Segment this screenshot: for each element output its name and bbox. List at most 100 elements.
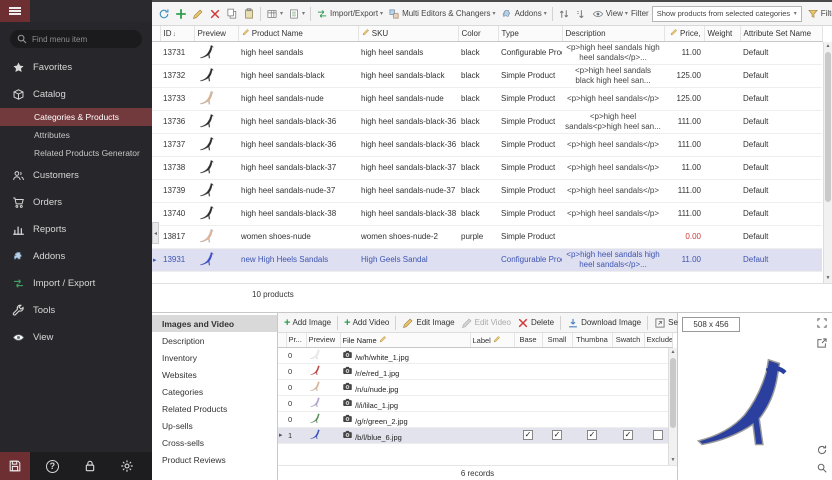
column-header-product-name[interactable]: Product Name — [238, 26, 358, 41]
add-product-button[interactable] — [173, 6, 189, 22]
sidebar-item-reports[interactable]: Reports — [0, 216, 152, 243]
column-header-id[interactable]: ID↓ — [160, 26, 194, 41]
image-row[interactable]: 0 /n/u/nude.jpg — [278, 379, 672, 395]
image-row[interactable]: 0 /w/h/white_1.jpg — [278, 347, 672, 363]
edit-video-button[interactable]: Edit Video — [459, 315, 513, 331]
tab-images-and-video[interactable]: Images and Video — [152, 315, 277, 332]
edit-image-button[interactable]: Edit Image — [400, 315, 456, 331]
rotate-icon[interactable] — [816, 444, 828, 456]
image-row[interactable]: 0 /g/r/green_2.jpg — [278, 411, 672, 427]
delete-product-button[interactable] — [207, 6, 223, 22]
column-header-price[interactable]: Price, — [664, 26, 704, 41]
product-row[interactable]: 13736high heel sandals-black-36high heel… — [152, 110, 822, 133]
product-row[interactable]: 13733high heel sandals-nudehigh heel san… — [152, 87, 822, 110]
sidebar-item-catalog[interactable]: Catalog — [0, 81, 152, 108]
delete-image-button[interactable]: Delete — [515, 315, 556, 331]
column-header-description[interactable]: Description — [562, 26, 664, 41]
sidebar-item-categories-products[interactable]: Categories & Products — [0, 108, 152, 126]
tab-product-reviews[interactable]: Product Reviews — [152, 451, 277, 468]
images-scrollbar[interactable]: ▲▼ — [668, 348, 677, 465]
product-row[interactable]: 13740high heel sandals-black-38high heel… — [152, 202, 822, 225]
image-column-header-base[interactable]: Base — [514, 333, 542, 347]
edit-product-button[interactable] — [190, 6, 206, 22]
product-row[interactable]: ▸13931new High Heels SandalsHigh Geels S… — [152, 248, 822, 271]
column-header-preview[interactable]: Preview — [194, 26, 238, 41]
addons-menu[interactable]: Addons▾ — [499, 6, 549, 22]
sidebar-item-addons[interactable]: Addons — [0, 243, 152, 270]
image-priority: 1 — [286, 427, 306, 443]
image-column-header-small[interactable]: Small — [542, 333, 572, 347]
multi-editors-menu[interactable]: Multi Editors & Changers▾ — [386, 6, 498, 22]
product-thumbnail — [197, 135, 219, 153]
add-video-button[interactable]: +Add Video — [342, 316, 391, 330]
columns-button[interactable]: ▾ — [264, 6, 285, 22]
filters-button[interactable]: Filters▾ — [805, 6, 832, 22]
tab-description[interactable]: Description — [152, 332, 277, 349]
image-column-header-exclude[interactable]: Exclude — [644, 333, 672, 347]
paste-button[interactable] — [241, 6, 257, 22]
product-row[interactable]: 13739high heel sandals-nude-37high heel … — [152, 179, 822, 202]
image-row[interactable]: 0 /r/e/red_1.jpg — [278, 363, 672, 379]
column-header-attribute-set-name[interactable]: Attribute Set Name — [740, 26, 822, 41]
tab-websites[interactable]: Websites — [152, 366, 277, 383]
sort-button[interactable] — [556, 6, 572, 22]
image-column-header-file-name[interactable]: File Name — [340, 333, 470, 347]
menu-search-input[interactable] — [32, 35, 136, 44]
help-button[interactable]: ? — [37, 452, 67, 480]
open-external-icon[interactable] — [816, 337, 828, 349]
sidebar-item-orders[interactable]: Orders — [0, 189, 152, 216]
sidebar-item-customers[interactable]: Customers — [0, 162, 152, 189]
product-row[interactable]: 13731high heel sandalshigh heel sandalsb… — [152, 41, 822, 64]
add-image-button[interactable]: +Add Image — [282, 316, 333, 330]
image-row[interactable]: 0 /l/i/lilac_1.jpg — [278, 395, 672, 411]
sidebar-item-related-products-generator[interactable]: Related Products Generator — [0, 144, 152, 162]
image-column-header-label[interactable]: Label — [470, 333, 514, 347]
column-header-sku[interactable]: SKU — [358, 26, 458, 41]
base-checkbox[interactable]: ✓ — [523, 430, 533, 440]
tab-inventory[interactable]: Inventory — [152, 349, 277, 366]
product-row[interactable]: 13737high heel sandals-black-36high heel… — [152, 133, 822, 156]
exclude-checkbox[interactable] — [653, 430, 663, 440]
sidebar-item-tools[interactable]: Tools — [0, 297, 152, 324]
copy-button[interactable] — [224, 6, 240, 22]
image-column-header-thumbna[interactable]: Thumbna — [572, 333, 612, 347]
sidebar-item-attributes[interactable]: Attributes — [0, 126, 152, 144]
swatch-checkbox[interactable]: ✓ — [623, 430, 633, 440]
product-row[interactable]: 13732high heel sandals-blackhigh heel sa… — [152, 64, 822, 87]
sidebar-item-import-export[interactable]: Import / Export — [0, 270, 152, 297]
products-scrollbar[interactable]: ▲▼ — [823, 42, 832, 283]
small-checkbox[interactable]: ✓ — [552, 430, 562, 440]
sort-order-button[interactable] — [573, 6, 589, 22]
column-header-color[interactable]: Color — [458, 26, 498, 41]
column-header-type[interactable]: Type — [498, 26, 562, 41]
tab-related-products[interactable]: Related Products — [152, 400, 277, 417]
save-button[interactable] — [0, 452, 30, 480]
import-export-menu[interactable]: Import/Export▾ — [314, 6, 385, 22]
image-column-header-pr[interactable]: Pr... — [286, 333, 306, 347]
thumbnail-checkbox[interactable]: ✓ — [587, 430, 597, 440]
collapse-panel-handle[interactable]: ◂ — [152, 222, 159, 244]
sidebar-item-favorites[interactable]: Favorites — [0, 54, 152, 81]
image-column-header-preview[interactable]: Preview — [306, 333, 340, 347]
tab-categories[interactable]: Categories — [152, 383, 277, 400]
lock-button[interactable] — [75, 452, 105, 480]
image-column-header-swatch[interactable]: Swatch — [612, 333, 644, 347]
resize-dimensions-box[interactable]: 508 x 456 — [682, 317, 740, 332]
refresh-button[interactable] — [156, 6, 172, 22]
image-row[interactable]: ▸1 /b/l/blue_6.jpg✓✓✓✓ — [278, 427, 672, 443]
export-grid-button[interactable]: ▾ — [286, 6, 307, 22]
sidebar-item-view[interactable]: View — [0, 324, 152, 351]
column-header-weight[interactable]: Weight — [704, 26, 740, 41]
view-menu[interactable]: View▾ — [590, 6, 630, 22]
settings-button[interactable] — [112, 452, 142, 480]
zoom-icon[interactable] — [816, 462, 828, 474]
filter-category-select[interactable]: Show products from selected categories▾ — [652, 6, 802, 22]
product-row[interactable]: 13738high heel sandals-black-37high heel… — [152, 156, 822, 179]
fullscreen-icon[interactable] — [816, 317, 828, 329]
download-image-button[interactable]: Download Image — [565, 315, 643, 331]
product-row[interactable]: 13817women shoes-nudewomen shoes-nude-2p… — [152, 225, 822, 248]
tab-up-sells[interactable]: Up-sells — [152, 417, 277, 434]
tab-cross-sells[interactable]: Cross-sells — [152, 434, 277, 451]
hamburger-menu-button[interactable] — [0, 0, 30, 22]
sidebar-search[interactable] — [10, 30, 142, 48]
